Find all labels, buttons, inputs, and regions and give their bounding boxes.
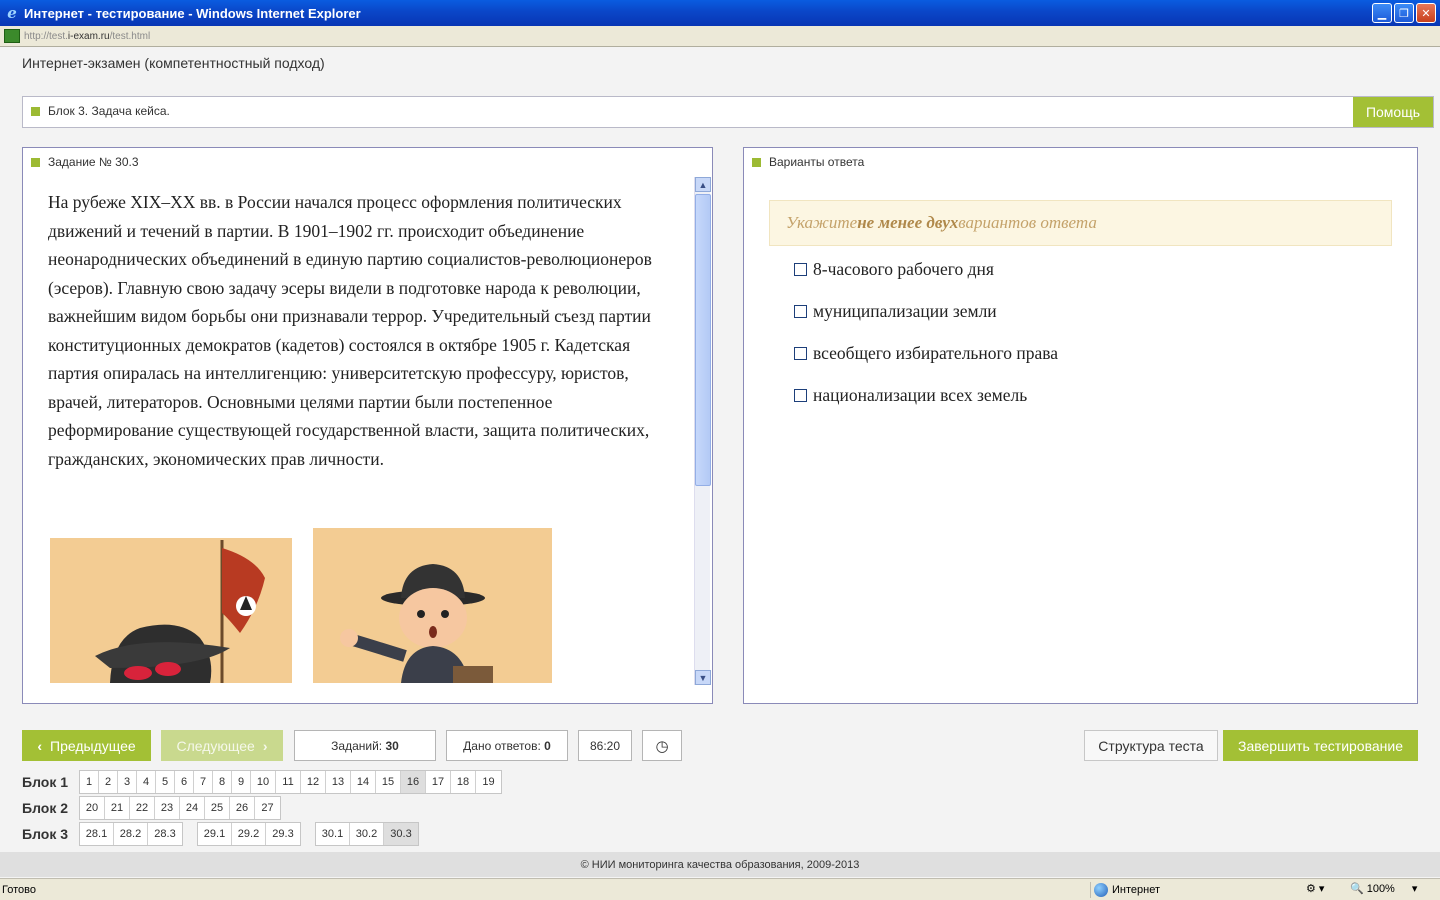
timer: 86:20 (578, 730, 632, 761)
bullet-square-icon (31, 106, 40, 116)
task-cell[interactable]: 9 (232, 771, 251, 793)
help-button[interactable]: Помощь (1353, 97, 1433, 127)
chevron-right-icon: › (262, 737, 268, 754)
task-cell[interactable]: 30.1 (316, 823, 350, 845)
task-cell[interactable]: 28.2 (114, 823, 148, 845)
task-cell[interactable]: 5 (156, 771, 175, 793)
task-cell[interactable]: 15 (376, 771, 401, 793)
task-cell[interactable]: 8 (213, 771, 232, 793)
task-cell[interactable]: 10 (251, 771, 276, 793)
globe-icon (1094, 883, 1108, 897)
task-cell[interactable]: 14 (351, 771, 376, 793)
chevron-left-icon: ‹ (37, 737, 42, 754)
task-cell[interactable]: 19 (476, 771, 501, 793)
page-title: Интернет-экзамен (компетентностный подхо… (22, 55, 325, 71)
task-heading: Задание № 30.3 (48, 155, 139, 169)
address-bar[interactable]: http://test.i-exam.ru/test.html (0, 26, 1440, 47)
chevron-down-icon: ▾ (1411, 883, 1418, 895)
answers-heading: Варианты ответа (769, 155, 865, 169)
page-icon (4, 29, 20, 43)
ie-logo-icon: e (7, 4, 17, 22)
security-zone[interactable]: Интернет (1090, 882, 1160, 898)
checkbox[interactable] (794, 347, 807, 360)
page-content: Интернет-экзамен (компетентностный подхо… (0, 47, 1440, 877)
window-title: Интернет - тестирование - Windows Intern… (24, 5, 361, 21)
zoom-control[interactable]: 🔍 100% ▾ (1350, 882, 1418, 896)
task-cell[interactable]: 29.2 (232, 823, 266, 845)
task-cell[interactable]: 24 (180, 797, 205, 819)
task-cell[interactable]: 1 (80, 771, 99, 793)
scroll-up-icon[interactable]: ▲ (695, 177, 711, 192)
answer-option-4[interactable]: национализации всех земель (794, 385, 1027, 406)
protected-mode-icon[interactable]: ⚙ ▾ (1306, 882, 1324, 895)
task-scrollbar[interactable]: ▲ ▼ (694, 177, 711, 685)
task-cell[interactable]: 13 (326, 771, 351, 793)
zoom-icon: 🔍 (1350, 883, 1364, 895)
answers-panel: Варианты ответа Укажите не менее двух ва… (743, 147, 1418, 704)
task-cell[interactable]: 28.3 (148, 823, 182, 845)
cartoon-image-boy (313, 528, 552, 683)
minimize-button[interactable]: ▁ (1372, 3, 1392, 23)
tasks-count: Заданий: 30 (294, 730, 436, 761)
answered-count: Дано ответов: 0 (446, 730, 568, 761)
status-bar: Готово Интернет ⚙ ▾ 🔍 100% ▾ (0, 878, 1440, 900)
checkbox[interactable] (794, 305, 807, 318)
block-3-row: Блок 3 28.1 28.2 28.3 29.1 29.2 29.3 30.1 30.2 3… (22, 822, 426, 846)
address-url[interactable]: http://test.i-exam.ru/test.html (24, 31, 150, 42)
task-cell[interactable]: 30.3 (384, 823, 418, 845)
block-2-row: Блок 2 20 21 22 23 24 25 26 27 (22, 796, 281, 820)
answer-option-1[interactable]: 8-часового рабочего дня (794, 259, 994, 280)
block-label: Блок 3. Задача кейса. (48, 104, 170, 118)
task-cell[interactable]: 23 (155, 797, 180, 819)
task-cell[interactable]: 21 (105, 797, 130, 819)
task-cell[interactable]: 26 (230, 797, 255, 819)
task-cell[interactable]: 16 (401, 771, 426, 793)
task-cell[interactable]: 3 (118, 771, 137, 793)
test-structure-button[interactable]: Структура теста (1084, 730, 1218, 761)
task-cell[interactable]: 4 (137, 771, 156, 793)
scroll-down-icon[interactable]: ▼ (695, 670, 711, 685)
task-cell[interactable]: 6 (175, 771, 194, 793)
task-cell[interactable]: 20 (80, 797, 105, 819)
block-1-row: Блок 1 1 2 3 4 5 6 7 8 9 10 11 12 13 14 15 16 17 18 19 (22, 770, 502, 794)
task-cell[interactable]: 7 (194, 771, 213, 793)
task-cell[interactable]: 12 (301, 771, 326, 793)
finish-test-button[interactable]: Завершить тестирование (1223, 730, 1418, 761)
task-cell[interactable]: 27 (255, 797, 280, 819)
answer-option-2[interactable]: муниципализации земли (794, 301, 997, 322)
checkbox[interactable] (794, 389, 807, 402)
task-cell[interactable]: 25 (205, 797, 230, 819)
next-button[interactable]: Следующее › (161, 730, 283, 761)
task-cell[interactable]: 29.1 (198, 823, 232, 845)
answer-hint: Укажите не менее двух вариантов ответа (769, 200, 1392, 246)
task-cell[interactable]: 11 (276, 771, 301, 793)
previous-button[interactable]: ‹ Предыдущее (22, 730, 151, 761)
cartoon-image-flag (50, 538, 292, 683)
task-text: На рубеже XIX–XX вв. в России начался пр… (48, 192, 652, 469)
task-panel: Задание № 30.3 На рубеже XIX–XX вв. в Ро… (22, 147, 713, 704)
footer: © НИИ мониторинга качества образования, … (0, 852, 1440, 877)
task-cell[interactable]: 17 (426, 771, 451, 793)
task-cell[interactable]: 2 (99, 771, 118, 793)
task-cell[interactable]: 28.1 (80, 823, 114, 845)
task-cell[interactable]: 29.3 (266, 823, 300, 845)
block-bar: Блок 3. Задача кейса. Помощь (22, 96, 1434, 128)
task-cell[interactable]: 30.2 (350, 823, 384, 845)
close-button[interactable]: ✕ (1416, 3, 1436, 23)
bullet-square-icon (752, 157, 761, 167)
checkbox[interactable] (794, 263, 807, 276)
answer-option-3[interactable]: всеобщего избирательного права (794, 343, 1058, 364)
window-titlebar: e Интернет - тестирование - Windows Inte… (0, 0, 1440, 26)
status-text: Готово (2, 884, 36, 896)
scroll-thumb[interactable] (695, 194, 711, 486)
maximize-button[interactable]: ❐ (1394, 3, 1414, 23)
clock-icon[interactable]: ◷ (642, 730, 682, 761)
task-cell[interactable]: 18 (451, 771, 476, 793)
task-cell[interactable]: 22 (130, 797, 155, 819)
bullet-square-icon (31, 157, 40, 167)
